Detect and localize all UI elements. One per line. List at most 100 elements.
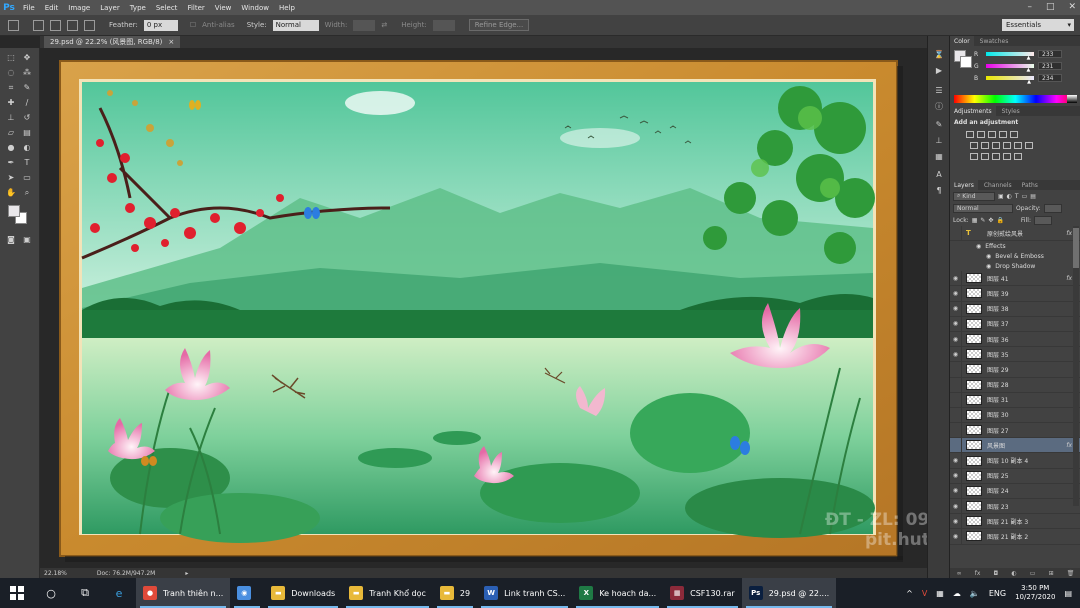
type-filter-icon[interactable]: T [1015,193,1019,200]
menu-edit[interactable]: Edit [40,4,64,12]
document-tab[interactable]: 29.psd @ 22.2% (风景图, RGB/8) × [44,36,181,48]
swap-dimensions-icon[interactable]: ⇄ [381,21,387,29]
layer-row[interactable]: 风景图 fx [950,437,1080,454]
tab-channels[interactable]: Channels [980,180,1016,190]
taskbar-app[interactable]: ● Tranh thiên n... [136,578,231,608]
eye-icon[interactable]: ◉ [950,503,961,510]
exposure-icon[interactable] [999,131,1007,138]
layer-row[interactable]: 图层 30 [950,407,1080,424]
menu-type[interactable]: Type [125,4,151,12]
tab-swatches[interactable]: Swatches [976,36,1013,46]
delete-layer-icon[interactable]: 🗑 [1067,570,1075,577]
menu-layer[interactable]: Layer [95,4,125,12]
pixel-filter-icon[interactable]: ▣ [998,193,1004,200]
fx-icon[interactable]: fx [1066,442,1072,449]
effect-bevel-row[interactable]: ◉ Bevel & Emboss [950,251,1080,261]
add-mask-icon[interactable]: ◘ [994,570,999,577]
brush-tool-icon[interactable]: ∕ [22,98,32,108]
layer-row[interactable]: ◉ 图层 35 [950,346,1080,363]
fx-icon[interactable]: fx [1066,275,1072,282]
clone-stamp-icon[interactable]: ⊥ [6,113,16,123]
status-menu-arrow-icon[interactable]: ▸ [185,570,188,577]
eye-icon[interactable]: ◉ [950,487,961,494]
magic-wand-icon[interactable]: ⁂ [22,68,32,78]
menu-help[interactable]: Help [274,4,300,12]
clone-source-icon[interactable]: ⊥ [933,136,945,146]
type-tool-icon[interactable]: T [22,158,32,168]
character-panel-icon[interactable]: A [933,170,945,180]
eraser-icon[interactable]: ▱ [6,128,16,138]
color-balance-icon[interactable] [981,142,989,149]
paragraph-panel-icon[interactable]: ¶ [933,186,945,196]
eye-icon[interactable]: ◉ [976,243,981,250]
slider-handle-icon[interactable]: ▲ [1027,55,1031,61]
brush-panel-icon[interactable]: ✎ [933,120,945,130]
layer-row[interactable]: 图层 31 [950,392,1080,408]
vibrance-icon[interactable] [1010,131,1018,138]
canvas-area[interactable]: ĐT - ZL: 0966.8..625 pit.hutex... [40,48,927,568]
layer-row[interactable]: ◉ 图层 23 [950,498,1080,515]
workspace-select[interactable]: Essentials ▾ [1002,19,1074,31]
menu-file[interactable]: File [18,4,40,12]
move-tool-icon[interactable]: ✥ [22,53,32,63]
gradient-tool-icon[interactable]: ▤ [22,128,32,138]
height-input[interactable] [432,19,455,31]
posterize-icon[interactable] [981,153,989,160]
taskbar-app[interactable]: ▬ 29 [433,578,477,608]
menu-select[interactable]: Select [151,4,183,12]
tab-color[interactable]: Color [950,36,974,46]
cloud-tray-icon[interactable]: ☁ [953,589,961,598]
crop-tool-icon[interactable]: ⌗ [6,83,16,93]
eye-icon[interactable]: ◉ [950,320,961,327]
layer-row[interactable]: 图层 28 [950,377,1080,393]
text-layer[interactable]: T 原创贰绘风景 fx [950,225,1080,242]
path-selection-icon[interactable]: ➤ [6,173,16,183]
menu-view[interactable]: View [210,4,237,12]
eye-icon[interactable]: ◉ [950,351,961,358]
layer-row[interactable]: ◉ 图层 21 副本 3 [950,513,1080,530]
channel-value-input[interactable]: 234 [1038,74,1062,82]
hand-tool-icon[interactable]: ✋ [6,188,16,198]
feather-input[interactable]: 0 px [143,19,178,31]
color-lookup-icon[interactable] [1025,142,1033,149]
eye-icon[interactable]: ◉ [950,518,961,525]
info-panel-icon[interactable]: ⓘ [933,102,945,112]
volume-icon[interactable]: 🔈 [970,589,980,598]
curves-icon[interactable] [988,131,996,138]
effects-row[interactable]: ◉ Effects [950,241,1080,251]
levels-icon[interactable] [977,131,985,138]
fx-icon[interactable]: fx [1066,230,1072,237]
taskbar-app[interactable]: Ps 29.psd @ 22.... [741,578,837,608]
tab-layers[interactable]: Layers [950,180,978,190]
layer-row[interactable]: ◉ 图层 24 [950,483,1080,499]
slider-handle-icon[interactable]: ▲ [1026,67,1030,73]
notifications-icon[interactable]: ▤ [1064,589,1072,598]
eye-icon[interactable]: ◉ [986,253,991,260]
start-button[interactable] [0,578,34,608]
layer-row[interactable]: ◉ 图层 21 副本 2 [950,528,1080,545]
zoom-tool-icon[interactable]: ⌕ [22,188,32,198]
channel-slider[interactable]: ▲ [986,64,1034,73]
adjustment-filter-icon[interactable]: ◐ [1007,193,1012,200]
menu-image[interactable]: Image [63,4,95,12]
kind-filter-select[interactable]: ⌕ Kind [953,191,995,201]
new-layer-icon[interactable]: ⊞ [1049,570,1054,577]
channel-value-input[interactable]: 231 [1038,62,1062,70]
shape-filter-icon[interactable]: ▭ [1022,193,1028,200]
quick-mask-icon[interactable]: ◙ [6,235,16,245]
opacity-input[interactable] [1043,203,1062,213]
network-tray-icon[interactable]: ▦ [936,589,944,598]
layer-row[interactable]: 图层 27 [950,422,1080,439]
new-adjustment-icon[interactable]: ◐ [1011,570,1016,577]
invert-icon[interactable] [970,153,978,160]
marquee-tool-icon[interactable] [8,19,19,31]
brightness-icon[interactable] [966,131,974,138]
fill-input[interactable] [1033,215,1052,225]
actions-panel-icon[interactable]: ▶ [933,66,945,76]
zoom-level[interactable]: 22.18% [44,570,67,577]
layer-row[interactable]: ◉ 图层 37 [950,316,1080,332]
refine-edge-button[interactable]: Refine Edge... [468,19,530,31]
smart-filter-icon[interactable]: ▤ [1030,193,1036,200]
taskbar-app[interactable]: W Link tranh CS... [477,578,572,608]
channel-mixer-icon[interactable] [1014,142,1022,149]
